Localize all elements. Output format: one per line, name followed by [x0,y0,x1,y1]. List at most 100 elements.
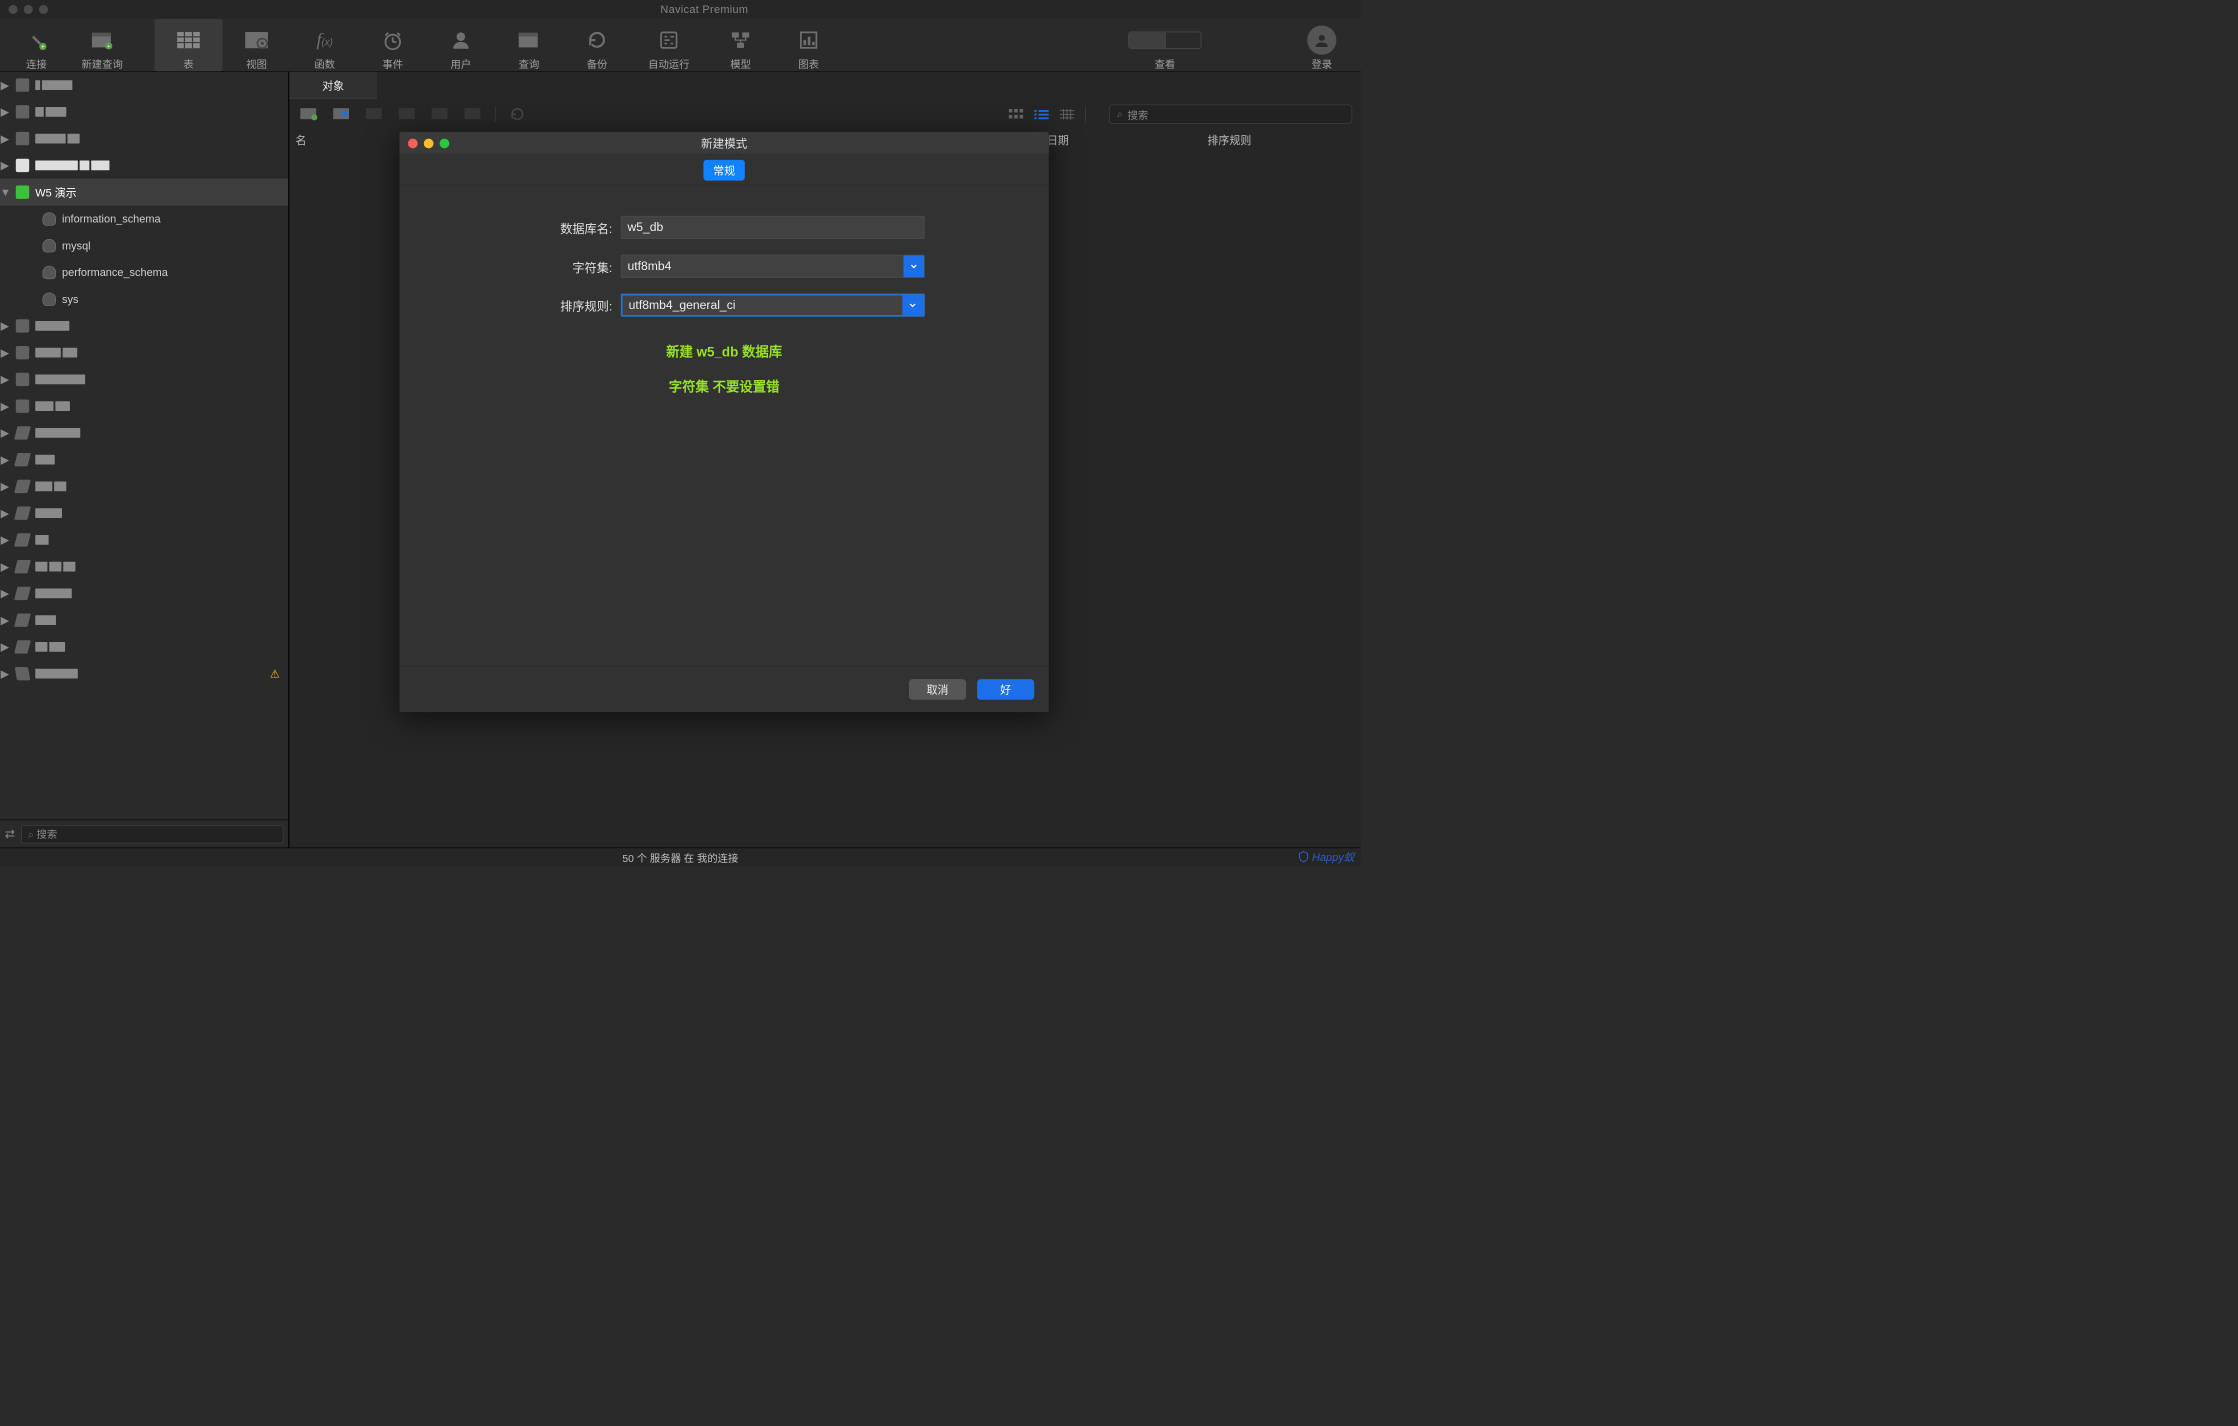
toolbar-view-label: 查看 [1155,56,1176,71]
database-icon [43,292,56,305]
toolbar-chart[interactable]: 图表 [775,19,843,71]
toolbar-event[interactable]: 事件 [359,19,427,71]
dialog-tab-general-label: 常规 [713,164,735,176]
toolbar-model-label: 模型 [730,56,751,71]
connection-item[interactable]: ▶⚠ [0,660,288,687]
connection-item[interactable]: ▶ [0,527,288,554]
connection-w5[interactable]: ▼W5 演示 [0,179,288,206]
dialog-tab-general[interactable]: 常规 [703,160,744,181]
connection-item[interactable]: ▶ [0,393,288,420]
toolbar-connect-label: 连接 [26,56,47,71]
app-title: Navicat Premium [48,3,1361,16]
toolbar-function[interactable]: f(x) 函数 [291,19,359,71]
annotation-hints: 新建 w5_db 数据库 字符集 不要设置错 [418,341,1031,396]
mysql-icon [16,399,29,412]
hint-1: 新建 w5_db 数据库 [418,341,1031,360]
toolbar-new-query[interactable]: + 新建查询 [66,19,139,71]
watermark: Happy蚁 [1297,849,1354,865]
database-item[interactable]: performance_schema [0,259,288,286]
watermark-text: Happy蚁 [1312,849,1355,865]
connection-item[interactable]: ▶ [0,313,288,340]
chevron-down-icon [903,255,924,277]
sqlite-icon [14,613,31,626]
toolbar-user[interactable]: 用户 [427,19,495,71]
warning-icon: ⚠ [270,667,280,680]
hint-2: 字符集 不要设置错 [418,376,1031,395]
toolbar-view[interactable]: 视图 [223,19,291,71]
database-item[interactable]: sys [0,286,288,313]
db-name-input[interactable] [621,216,925,239]
cancel-button-label: 取消 [927,681,949,697]
connection-item[interactable]: ▶ [0,339,288,366]
mysql-icon [16,346,29,359]
toolbar-backup[interactable]: 备份 [563,19,631,71]
toolbar-backup-label: 备份 [587,56,608,71]
sqlite-icon [14,426,31,439]
database-label: performance_schema [62,266,168,279]
toolbar-automation[interactable]: 自动运行 [631,19,706,71]
sqlite-icon [14,533,31,546]
chevron-down-icon [902,295,923,314]
maximize-icon[interactable] [39,5,48,14]
db-name-label: 数据库名: [418,219,621,237]
sqlite-icon [14,506,31,519]
toolbar-login[interactable]: 登录 [1293,19,1351,71]
connection-item[interactable]: ▶ [0,98,288,125]
sqlite-icon [14,587,31,600]
sqlite-icon [14,640,31,653]
minimize-icon[interactable] [24,5,33,14]
connection-icon [15,667,31,680]
sync-icon[interactable]: ⇄ [5,826,15,841]
connection-item[interactable]: ▶ [0,420,288,447]
toolbar-table[interactable]: 表 [154,19,222,71]
mysql-icon [16,185,29,198]
collation-select[interactable]: utf8mb4_general_ci [621,294,925,317]
connection-item[interactable]: ▶ [0,125,288,152]
new-schema-dialog: 新建模式 常规 数据库名: 字符集: utf8mb4 [399,131,1050,712]
charset-select[interactable]: utf8mb4 [621,255,925,278]
sidebar-search-input[interactable]: ⌕ 搜索 [21,825,283,843]
view-mode-segment[interactable] [1128,31,1201,48]
sqlite-icon [14,480,31,493]
mysql-icon [16,132,29,145]
dialog-title: 新建模式 [399,135,1048,151]
charset-label: 字符集: [418,257,621,275]
connection-item[interactable]: ▶ [0,446,288,473]
connection-item[interactable]: ▶ [0,580,288,607]
connection-item[interactable]: ▶ [0,366,288,393]
collation-value: utf8mb4_general_ci [623,295,903,314]
titlebar: Navicat Premium [0,0,1361,18]
dialog-tabs: 常规 [399,155,1048,185]
toolbar-model[interactable]: 模型 [706,19,774,71]
main-area: 对象 ⌕搜索 名 修改日期 排序规则 [289,72,1360,848]
toolbar-query[interactable]: 查询 [495,19,563,71]
connection-item[interactable]: ▶ [0,473,288,500]
database-label: sys [62,293,78,306]
database-item[interactable]: information_schema [0,206,288,233]
dialog-footer: 取消 好 [399,666,1048,712]
connection-item[interactable]: ▶ [0,72,288,99]
avatar-icon [1307,25,1336,54]
status-text: 50 个 服务器 在 我的连接 [622,850,738,865]
ok-button-label: 好 [1000,681,1011,697]
mysql-icon [16,105,29,118]
status-bar: 50 个 服务器 在 我的连接 Happy蚁 [0,848,1361,867]
mysql-icon [16,319,29,332]
close-icon[interactable] [9,5,18,14]
connection-item[interactable]: ▶ [0,607,288,634]
connection-item[interactable]: ▶ [0,553,288,580]
toolbar-table-label: 表 [183,56,193,71]
dialog-titlebar: 新建模式 [399,132,1048,155]
connection-item[interactable]: ▶ [0,634,288,661]
toolbar-connect[interactable]: + 连接 [7,19,65,71]
toolbar-view-label: 视图 [246,56,267,71]
toolbar-new-query-label: 新建查询 [81,56,122,71]
cancel-button[interactable]: 取消 [909,679,966,700]
toolbar-automation-label: 自动运行 [648,56,689,71]
window-controls [9,5,49,14]
connection-item[interactable]: ▶ [0,152,288,179]
ok-button[interactable]: 好 [977,679,1034,700]
connection-item[interactable]: ▶ [0,500,288,527]
database-item[interactable]: mysql [0,232,288,259]
sidebar-search-placeholder: 搜索 [36,828,57,840]
